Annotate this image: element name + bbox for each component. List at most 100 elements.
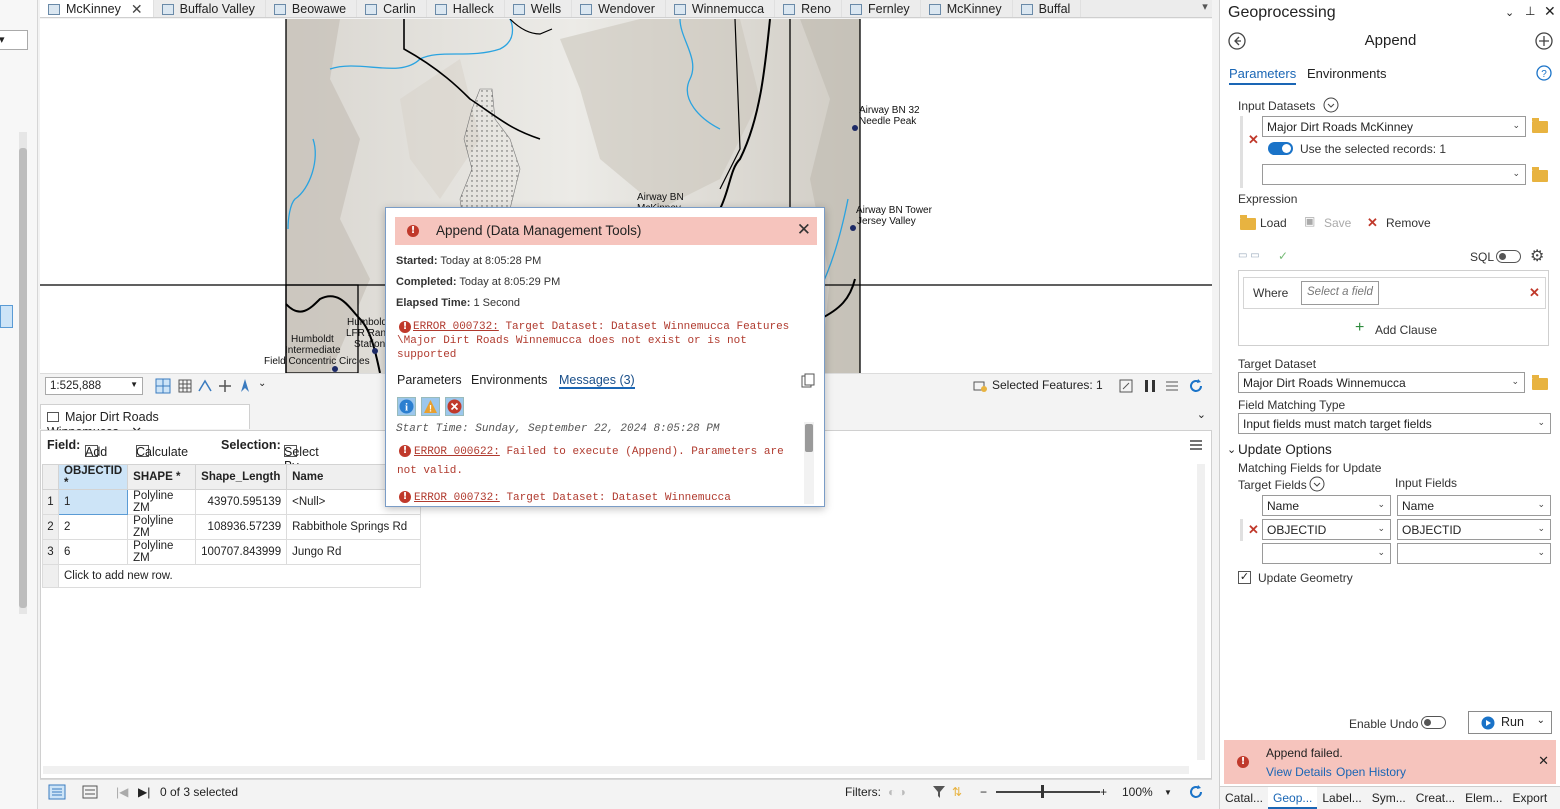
chevron-down-icon[interactable]: ⌄ — [1537, 715, 1545, 726]
next-record-icon[interactable]: ▶| — [138, 785, 150, 799]
table-row[interactable]: 2 2 Polyline ZM 108936.57239 Rabbithole … — [42, 514, 422, 540]
close-icon[interactable]: ✕ — [797, 220, 811, 240]
remove-row-icon[interactable]: ✕ — [1248, 132, 1259, 148]
info-filter-icon[interactable]: i — [397, 397, 416, 416]
show-all-records-icon[interactable] — [48, 784, 66, 800]
add-row-prompt[interactable]: Click to add new row. — [57, 564, 422, 588]
map-tab[interactable]: McKinney ✕ — [40, 0, 154, 18]
input-field-header-combo[interactable]: Name ⌄ — [1397, 495, 1551, 516]
update-geometry-checkbox[interactable]: ✓ — [1238, 571, 1251, 584]
remove-clause-icon[interactable]: ✕ — [1529, 285, 1540, 301]
table-tab[interactable]: Major Dirt Roads Winnemucca✕ — [40, 404, 250, 439]
table-cell[interactable]: Polyline ZM — [127, 489, 197, 515]
add-icon[interactable] — [1535, 32, 1553, 50]
map-tab[interactable]: Fernley — [842, 0, 921, 17]
column-header[interactable]: OBJECTID * — [57, 464, 129, 490]
grid-icon[interactable] — [177, 378, 193, 394]
close-icon[interactable]: ✕ — [1544, 3, 1556, 20]
tab-labeling[interactable]: Label... — [1317, 787, 1366, 809]
tab-messages[interactable]: Messages (3) — [559, 373, 635, 389]
use-selected-toggle[interactable] — [1268, 142, 1293, 155]
error-code-link[interactable]: ERROR 000732: — [413, 321, 499, 333]
left-scrollbar[interactable] — [19, 132, 27, 614]
remove-button[interactable]: Remove — [1386, 216, 1431, 230]
table-cell[interactable]: Polyline ZM — [127, 539, 197, 565]
filter-icon[interactable] — [932, 784, 946, 800]
constraints-icon[interactable] — [217, 378, 233, 394]
map-tab[interactable]: Winnemucca — [666, 0, 776, 17]
field-select[interactable]: Select a field — [1301, 281, 1379, 305]
refresh-icon[interactable] — [1188, 378, 1204, 394]
input-dataset-empty-combo[interactable]: ⌄ — [1262, 164, 1526, 185]
map-tab[interactable]: Beowawe — [266, 0, 358, 17]
enable-undo-toggle[interactable] — [1421, 716, 1446, 729]
chevron-down-icon[interactable]: ▼ — [1164, 788, 1172, 797]
table-cell[interactable]: 2 — [57, 514, 129, 540]
tab-elements[interactable]: Elem... — [1460, 787, 1507, 809]
map-tab[interactable]: McKinney — [921, 0, 1013, 17]
clear-selection-icon[interactable] — [1118, 378, 1134, 394]
table-horizontal-scrollbar[interactable] — [43, 766, 1189, 774]
zoom-out-button[interactable]: − — [980, 785, 987, 799]
folder-icon[interactable] — [1532, 375, 1548, 390]
sort-icon[interactable]: ⇅ — [952, 785, 962, 799]
tab-export[interactable]: Export — [1507, 787, 1552, 809]
table-cell[interactable]: Rabbithole Springs Rd — [286, 514, 422, 540]
table-cell[interactable]: 108936.57239 — [195, 514, 288, 540]
map-tab[interactable]: Buffalo Valley — [154, 0, 266, 17]
map-tab[interactable]: Carlin — [357, 0, 427, 17]
update-options-header[interactable]: Update Options — [1238, 442, 1332, 457]
run-button[interactable]: Run ⌄ — [1468, 711, 1552, 734]
column-header[interactable]: Shape_Length — [195, 464, 288, 490]
view-details-link[interactable]: View Details — [1266, 765, 1332, 779]
column-header[interactable]: SHAPE * — [127, 464, 197, 490]
tab-geoprocessing[interactable]: Geop... — [1268, 787, 1318, 809]
input-field-empty-combo[interactable]: ⌄ — [1397, 543, 1551, 564]
tab-environments[interactable]: Environments — [1307, 66, 1386, 81]
zoom-slider[interactable] — [996, 791, 1100, 793]
copy-icon[interactable] — [801, 373, 815, 389]
add-clause-button[interactable]: Add Clause — [1375, 323, 1437, 337]
chevron-down-icon[interactable]: ⌄ — [258, 378, 266, 389]
north-arrow-icon[interactable] — [237, 378, 253, 394]
table-vertical-scrollbar[interactable] — [1197, 464, 1205, 760]
query-mode-icons[interactable]: ▭ ▭ — [1238, 250, 1260, 261]
chevron-down-icon[interactable]: ⌄ — [1505, 6, 1514, 19]
pause-icon[interactable] — [1142, 378, 1158, 394]
sql-toggle[interactable] — [1496, 250, 1521, 263]
remove-row-icon[interactable]: ✕ — [1248, 522, 1259, 538]
scale-combo[interactable]: 1:525,888 ▼ — [45, 377, 143, 395]
table-cell[interactable]: Jungo Rd — [286, 539, 422, 565]
add-row[interactable]: Click to add new row. — [42, 564, 422, 588]
messages-scrollbar[interactable] — [804, 422, 814, 504]
collapse-icon[interactable]: ⌄ — [1227, 443, 1236, 456]
first-record-icon[interactable]: |◀ — [116, 785, 128, 799]
error-filter-icon[interactable] — [445, 397, 464, 416]
chevron-down-icon[interactable] — [1323, 97, 1339, 113]
tab-symbology[interactable]: Sym... — [1367, 787, 1411, 809]
left-selected-row[interactable] — [0, 305, 13, 328]
input-field-combo[interactable]: OBJECTID ⌄ — [1397, 519, 1551, 540]
tab-parameters[interactable]: Parameters — [1229, 66, 1297, 85]
error-code-link[interactable]: ERROR 000622: — [414, 446, 500, 458]
table-cell[interactable]: 43970.595139 — [195, 489, 288, 515]
open-history-link[interactable]: Open History — [1336, 765, 1406, 779]
help-icon[interactable]: ? — [1536, 65, 1552, 81]
grid-snap-icon[interactable] — [155, 378, 171, 394]
chevron-down-icon[interactable] — [1309, 476, 1325, 492]
close-icon[interactable]: ✕ — [131, 1, 143, 18]
folder-icon[interactable] — [1532, 167, 1548, 182]
table-cell[interactable]: 6 — [57, 539, 129, 565]
target-field-combo[interactable]: OBJECTID ⌄ — [1262, 519, 1391, 540]
snapping-icon[interactable] — [197, 378, 213, 394]
zoom-level[interactable]: 100% — [1122, 785, 1153, 799]
table-menu-icon[interactable] — [1189, 438, 1203, 452]
error-code-link[interactable]: ERROR 000732: — [414, 492, 500, 504]
show-selected-records-icon[interactable] — [82, 784, 98, 800]
tabs-overflow-button[interactable]: ▾ — [1198, 0, 1212, 17]
table-cell[interactable]: 100707.843999 — [195, 539, 288, 565]
zoom-in-button[interactable]: + — [1100, 785, 1107, 799]
folder-icon[interactable] — [1532, 118, 1548, 133]
tab-environments[interactable]: Environments — [471, 373, 547, 387]
zoom-slider-thumb[interactable] — [1041, 785, 1044, 798]
